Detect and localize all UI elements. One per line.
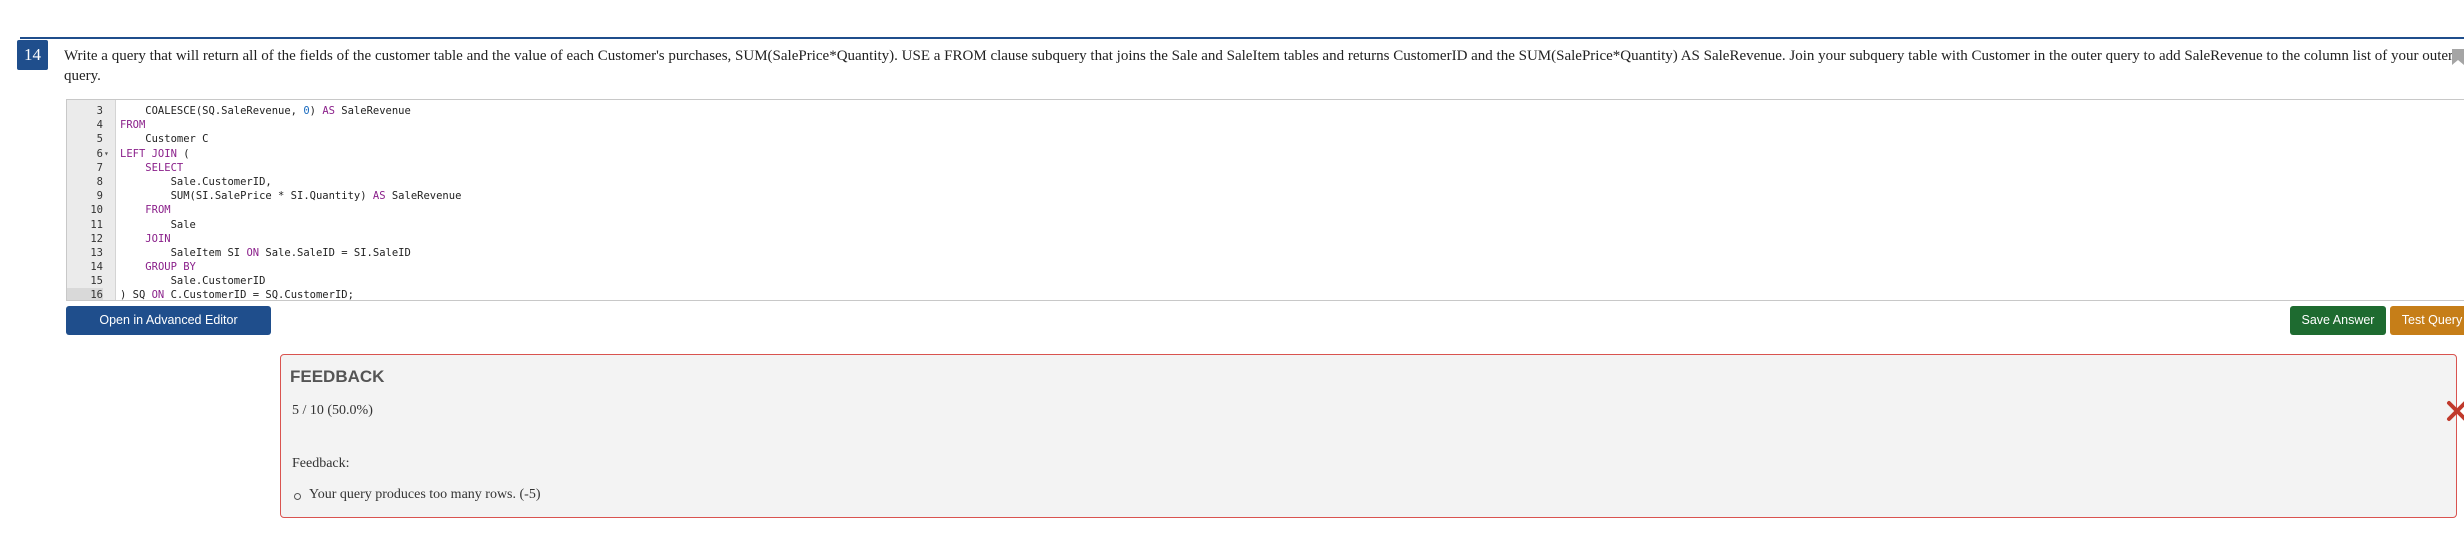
line-number: 12 — [90, 232, 103, 245]
line-number: 15 — [90, 275, 103, 288]
code-text[interactable]: FROM — [120, 118, 145, 132]
code-text[interactable]: COALESCE(SQ.SaleRevenue, 0) AS SaleReven… — [120, 104, 411, 118]
code-text[interactable]: Sale.CustomerID — [120, 274, 266, 288]
code-text[interactable]: JOIN — [120, 232, 170, 246]
code-text[interactable]: LEFT JOIN ( — [120, 147, 190, 161]
line-number: 7 — [96, 161, 103, 174]
code-lines[interactable]: 3 COALESCE(SQ.SaleRevenue, 0) AS SaleRev… — [67, 104, 2464, 300]
code-text[interactable]: SUM(SI.SalePrice * SI.Quantity) AS SaleR… — [120, 189, 462, 203]
code-text[interactable]: GROUP BY — [120, 260, 196, 274]
code-text[interactable]: SaleItem SI ON Sale.SaleID = SI.SaleID — [120, 246, 411, 260]
code-text[interactable]: Customer C — [120, 132, 208, 146]
line-number: 14 — [90, 261, 103, 274]
bookmark-icon[interactable] — [2452, 49, 2464, 65]
line-number: 3 — [96, 105, 103, 117]
code-text[interactable]: ) SQ ON C.CustomerID = SQ.CustomerID; — [120, 288, 354, 300]
code-text[interactable]: Sale — [120, 218, 196, 232]
feedback-item: Your query produces too many rows. (-5) — [291, 487, 541, 503]
code-line[interactable]: 7 SELECT — [67, 161, 2464, 175]
code-line[interactable]: 3 COALESCE(SQ.SaleRevenue, 0) AS SaleRev… — [67, 104, 2464, 118]
code-line[interactable]: 12 JOIN — [67, 232, 2464, 246]
test-query-button[interactable]: Test Query — [2390, 306, 2464, 335]
fold-toggle-icon[interactable]: ▾ — [104, 147, 114, 161]
line-number: 16 — [67, 288, 103, 300]
feedback-label: Feedback: — [292, 456, 350, 471]
code-line[interactable]: 13 SaleItem SI ON Sale.SaleID = SI.SaleI… — [67, 246, 2464, 260]
open-advanced-editor-button[interactable]: Open in Advanced Editor — [66, 306, 271, 335]
code-text[interactable]: Sale.CustomerID, — [120, 175, 272, 189]
code-line[interactable]: 5 Customer C — [67, 132, 2464, 146]
line-number: 13 — [90, 246, 103, 259]
line-number: 4 — [96, 119, 103, 132]
line-number: 11 — [90, 218, 103, 231]
line-number: 6 — [96, 147, 103, 160]
code-line[interactable]: 9 SUM(SI.SalePrice * SI.Quantity) AS Sal… — [67, 189, 2464, 203]
code-text[interactable]: FROM — [120, 203, 170, 217]
code-line[interactable]: 10 FROM — [67, 203, 2464, 217]
save-answer-button[interactable]: Save Answer — [2290, 306, 2386, 335]
line-number: 9 — [96, 190, 103, 203]
line-number: 5 — [96, 133, 103, 146]
feedback-title: FEEDBACK — [290, 367, 385, 386]
feedback-score: 5 / 10 (50.0%) — [292, 403, 373, 418]
code-text[interactable]: SELECT — [120, 161, 183, 175]
feedback-panel: FEEDBACK 5 / 10 (50.0%) Feedback: Your q… — [280, 354, 2464, 518]
close-icon[interactable] — [2446, 400, 2464, 422]
line-number: 10 — [90, 204, 103, 217]
code-editor[interactable]: 3 COALESCE(SQ.SaleRevenue, 0) AS SaleRev… — [66, 99, 2464, 301]
code-line[interactable]: 15 Sale.CustomerID — [67, 274, 2464, 288]
question-header-rule — [20, 37, 2464, 39]
code-line[interactable]: 16 ) SQ ON C.CustomerID = SQ.CustomerID; — [67, 288, 2464, 300]
line-number: 8 — [96, 175, 103, 188]
code-line[interactable]: 8 Sale.CustomerID, — [67, 175, 2464, 189]
code-line[interactable]: 6 ▾ LEFT JOIN ( — [67, 147, 2464, 161]
question-text: Write a query that will return all of th… — [64, 48, 2454, 84]
code-line[interactable]: 11 Sale — [67, 218, 2464, 232]
code-line[interactable]: 14 GROUP BY — [67, 260, 2464, 274]
code-line[interactable]: 4 FROM — [67, 118, 2464, 132]
feedback-list: Your query produces too many rows. (-5) — [291, 487, 541, 503]
question-number-badge: 14 — [17, 40, 48, 70]
